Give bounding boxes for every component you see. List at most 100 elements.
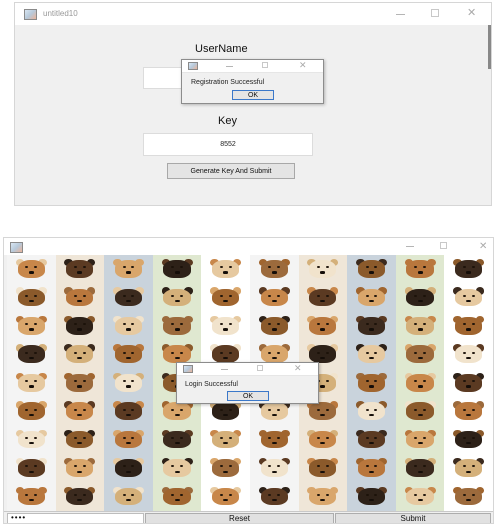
dog-image-tile[interactable] xyxy=(104,283,153,312)
minimize-icon[interactable] xyxy=(221,369,228,370)
dog-image-tile[interactable] xyxy=(347,425,396,455)
dog-image-tile[interactable] xyxy=(55,340,105,369)
dog-image-tile[interactable] xyxy=(55,397,105,426)
minimize-icon[interactable] xyxy=(406,246,414,247)
dog-image-tile[interactable] xyxy=(347,397,396,426)
dog-image-tile[interactable] xyxy=(55,425,105,455)
dog-image-tile[interactable] xyxy=(104,397,153,426)
dog-image-tile[interactable] xyxy=(395,283,445,312)
dog-image-tile[interactable] xyxy=(104,255,153,284)
ok-button[interactable]: OK xyxy=(232,90,274,100)
dog-image-tile[interactable] xyxy=(55,283,105,312)
minimize-icon[interactable] xyxy=(396,14,405,15)
dog-image-tile[interactable] xyxy=(104,311,153,341)
close-icon[interactable]: ✕ xyxy=(479,241,487,252)
dog-image-tile[interactable] xyxy=(395,255,445,284)
dog-image-tile[interactable] xyxy=(298,255,348,284)
dog-image-tile[interactable] xyxy=(395,482,445,511)
dog-image-tile[interactable] xyxy=(249,255,299,284)
dog-image-tile[interactable] xyxy=(444,283,493,312)
dog-image-tile[interactable] xyxy=(7,255,56,284)
maximize-icon[interactable] xyxy=(257,365,263,371)
dog-image-tile[interactable] xyxy=(395,368,445,398)
dog-image-tile[interactable] xyxy=(7,340,56,369)
dog-image-tile[interactable] xyxy=(152,425,202,455)
close-icon[interactable]: ✕ xyxy=(294,363,302,374)
dog-image-tile[interactable] xyxy=(7,425,56,455)
dog-image-tile[interactable] xyxy=(7,482,56,511)
submit-button[interactable]: Submit xyxy=(335,513,491,523)
dog-image-tile[interactable] xyxy=(347,454,396,483)
dog-image-tile[interactable] xyxy=(152,283,202,312)
dog-image-tile[interactable] xyxy=(298,482,348,511)
dog-image-tile[interactable] xyxy=(249,454,299,483)
dog-image-tile[interactable] xyxy=(347,283,396,312)
dog-image-tile[interactable] xyxy=(7,397,56,426)
dog-image-tile[interactable] xyxy=(201,482,250,511)
dog-image-tile[interactable] xyxy=(104,425,153,455)
dog-image-tile[interactable] xyxy=(298,283,348,312)
dog-image-tile[interactable] xyxy=(104,454,153,483)
dog-image-tile[interactable] xyxy=(347,482,396,511)
dog-image-tile[interactable] xyxy=(395,311,445,341)
dog-image-tile[interactable] xyxy=(444,425,493,455)
dog-image-tile[interactable] xyxy=(7,454,56,483)
dog-image-tile[interactable] xyxy=(7,368,56,398)
ok-button[interactable]: OK xyxy=(227,391,269,401)
dog-image-tile[interactable] xyxy=(395,397,445,426)
dog-image-tile[interactable] xyxy=(298,311,348,341)
dog-image-tile[interactable] xyxy=(444,368,493,398)
dog-eye xyxy=(414,294,418,297)
minimize-icon[interactable] xyxy=(226,66,233,67)
close-icon[interactable]: ✕ xyxy=(299,60,307,71)
password-field[interactable]: •••• xyxy=(7,513,144,523)
dog-image-tile[interactable] xyxy=(347,368,396,398)
dog-image-tile[interactable] xyxy=(347,311,396,341)
key-field[interactable]: 8552 xyxy=(143,133,313,156)
dog-image-tile[interactable] xyxy=(104,340,153,369)
scrollbar[interactable] xyxy=(488,25,491,69)
dog-eye xyxy=(122,437,126,440)
maximize-icon[interactable] xyxy=(440,242,447,249)
close-icon[interactable]: ✕ xyxy=(467,8,476,19)
dog-image-tile[interactable] xyxy=(395,454,445,483)
dog-image-tile[interactable] xyxy=(55,482,105,511)
dog-image-tile[interactable] xyxy=(444,311,493,341)
reset-button[interactable]: Reset xyxy=(145,513,334,523)
dog-image-tile[interactable] xyxy=(152,255,202,284)
dog-image-tile[interactable] xyxy=(444,397,493,426)
dog-image-tile[interactable] xyxy=(201,425,250,455)
dog-image-tile[interactable] xyxy=(298,425,348,455)
dog-image-tile[interactable] xyxy=(55,368,105,398)
dog-image-tile[interactable] xyxy=(55,454,105,483)
maximize-icon[interactable] xyxy=(431,9,439,17)
dog-image-tile[interactable] xyxy=(55,255,105,284)
dog-image-tile[interactable] xyxy=(249,425,299,455)
dog-image-tile[interactable] xyxy=(55,311,105,341)
dog-image-tile[interactable] xyxy=(347,255,396,284)
dog-image-tile[interactable] xyxy=(444,454,493,483)
dog-image-tile[interactable] xyxy=(347,340,396,369)
dog-image-tile[interactable] xyxy=(249,311,299,341)
dog-image-tile[interactable] xyxy=(201,311,250,341)
dog-image-tile[interactable] xyxy=(7,283,56,312)
dog-image-tile[interactable] xyxy=(104,482,153,511)
dog-image-tile[interactable] xyxy=(444,340,493,369)
generate-key-submit-button[interactable]: Generate Key And Submit xyxy=(167,163,295,179)
dog-image-tile[interactable] xyxy=(152,311,202,341)
dog-image-tile[interactable] xyxy=(152,454,202,483)
maximize-icon[interactable] xyxy=(262,62,268,68)
dog-image-tile[interactable] xyxy=(395,425,445,455)
dog-image-tile[interactable] xyxy=(444,482,493,511)
dog-image-tile[interactable] xyxy=(395,340,445,369)
dog-image-tile[interactable] xyxy=(7,311,56,341)
dog-image-tile[interactable] xyxy=(201,283,250,312)
dog-image-tile[interactable] xyxy=(249,482,299,511)
dog-image-tile[interactable] xyxy=(104,368,153,398)
dog-image-tile[interactable] xyxy=(298,454,348,483)
dog-image-tile[interactable] xyxy=(201,454,250,483)
dog-image-tile[interactable] xyxy=(444,255,493,284)
dog-image-tile[interactable] xyxy=(201,255,250,284)
dog-image-tile[interactable] xyxy=(249,283,299,312)
dog-image-tile[interactable] xyxy=(152,482,202,511)
